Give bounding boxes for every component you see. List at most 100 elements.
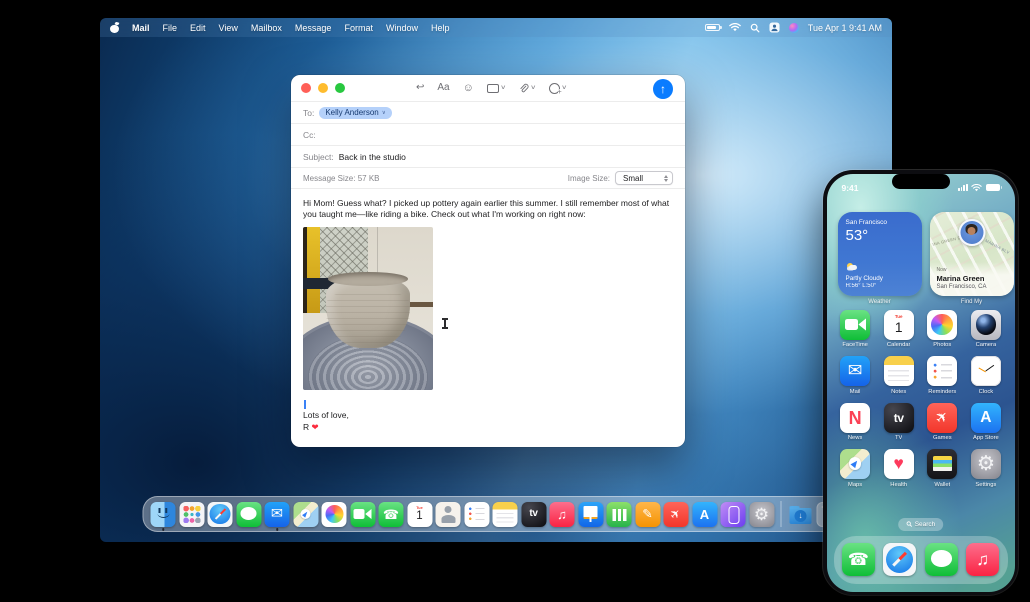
select-chevrons-icon xyxy=(664,174,668,182)
phone-icon[interactable] xyxy=(378,501,404,527)
image-size-select[interactable]: Small xyxy=(615,171,673,185)
partly-cloudy-icon xyxy=(846,262,860,271)
mail-icon[interactable]: ✉ xyxy=(264,501,290,527)
launchpad-icon[interactable] xyxy=(179,501,204,527)
avatar xyxy=(958,218,985,246)
siri-icon[interactable] xyxy=(788,22,799,33)
appstore-icon[interactable]: A xyxy=(970,402,1001,433)
signature-line: R ❤ xyxy=(303,421,319,432)
photos-icon[interactable] xyxy=(321,501,347,527)
attach-icon[interactable]: ∨ xyxy=(518,83,537,94)
iphone-status-bar: 9:41 xyxy=(827,180,1015,196)
subject-field[interactable]: Subject: Back in the studio xyxy=(291,145,685,167)
wallet-icon[interactable] xyxy=(927,449,958,479)
app-label: Wallet xyxy=(934,481,951,488)
finder-icon[interactable] xyxy=(150,501,176,527)
menu-item-message[interactable]: Message xyxy=(295,23,332,33)
user-icon[interactable] xyxy=(769,22,780,33)
calendar-icon[interactable]: Tue 1 xyxy=(407,501,432,527)
desktop-canvas: Mail File Edit View Mailbox Message Format Win… xyxy=(0,0,1030,602)
send-button[interactable]: ↑ xyxy=(653,79,673,99)
menu-item-help[interactable]: Help xyxy=(431,23,450,33)
numbers-icon[interactable] xyxy=(606,501,632,527)
iphone-mirroring-icon[interactable] xyxy=(720,501,746,527)
menu-item-format[interactable]: Format xyxy=(344,23,373,33)
app-label: Settings xyxy=(975,481,997,488)
reminders-icon[interactable] xyxy=(464,501,489,527)
app-label: Games xyxy=(932,435,952,441)
photos-icon[interactable] xyxy=(927,309,958,340)
music-icon[interactable]: ♫ xyxy=(549,501,575,527)
news-icon[interactable]: N xyxy=(840,402,871,433)
settings-icon[interactable]: ⚙ xyxy=(970,449,1001,479)
close-button[interactable] xyxy=(301,83,311,93)
menu-item-window[interactable]: Window xyxy=(386,23,418,33)
subject-value[interactable]: Back in the studio xyxy=(339,152,406,162)
clock-icon[interactable] xyxy=(970,356,1001,386)
notes-icon[interactable] xyxy=(883,356,914,386)
messages-icon[interactable] xyxy=(236,501,261,527)
mail-icon[interactable]: ✉ xyxy=(840,356,871,386)
format-text-icon[interactable]: Aa xyxy=(437,83,449,93)
tv-icon[interactable]: tv xyxy=(883,402,914,433)
camera-icon[interactable] xyxy=(970,309,1001,340)
maps-icon[interactable] xyxy=(293,501,318,527)
pages-icon[interactable]: ✎ xyxy=(635,501,660,527)
undo-icon[interactable]: ↩ xyxy=(416,83,424,93)
cc-field[interactable]: Cc: xyxy=(291,123,685,145)
message-body[interactable]: Hi Mom! Guess what? I picked up pottery … xyxy=(291,188,685,447)
menu-item-file[interactable]: File xyxy=(163,23,178,33)
menu-item-edit[interactable]: Edit xyxy=(190,23,206,33)
window-titlebar[interactable]: ↩ Aa ☺ ∨ ∨ ∨ ↑ xyxy=(291,75,685,101)
contacts-icon[interactable] xyxy=(435,501,461,527)
games-icon[interactable]: ✈ xyxy=(663,501,689,527)
maps-icon[interactable] xyxy=(840,449,871,479)
stationery-icon[interactable]: ∨ xyxy=(486,83,506,93)
calendar-icon[interactable]: Tue 1 xyxy=(883,309,914,340)
iphone-dock: ♫ xyxy=(833,535,1008,584)
app-label: News xyxy=(847,435,863,441)
messages-icon[interactable] xyxy=(924,543,958,576)
facetime-icon[interactable] xyxy=(350,501,375,527)
settings-icon[interactable]: ⚙ xyxy=(749,501,774,527)
tv-icon[interactable]: tv xyxy=(521,501,546,527)
iphone: 9:41 San Francisco 53° Partly Cloudy H:5… xyxy=(823,170,1018,595)
recipient-token[interactable]: Kelly Anderson xyxy=(319,106,392,119)
reminders-icon[interactable] xyxy=(927,356,958,386)
facetime-icon[interactable] xyxy=(840,309,871,340)
search-pill[interactable]: Search xyxy=(897,517,944,531)
menu-item-mail[interactable]: Mail xyxy=(132,23,150,33)
menu-clock[interactable]: Tue Apr 1 9:41 AM xyxy=(808,23,882,33)
zoom-button[interactable] xyxy=(335,83,345,93)
wifi-icon xyxy=(971,183,982,191)
menu-item-view[interactable]: View xyxy=(219,23,238,33)
notes-icon[interactable] xyxy=(492,501,518,527)
appstore-icon[interactable]: A xyxy=(692,501,717,527)
apple-menu-icon[interactable] xyxy=(110,22,119,33)
downloads-icon[interactable]: ↓ xyxy=(788,502,813,527)
menu-item-mailbox[interactable]: Mailbox xyxy=(251,23,282,33)
emoji-icon[interactable]: ☺ xyxy=(463,82,474,94)
app-label: App Store xyxy=(972,435,999,441)
games-icon[interactable]: ✈ xyxy=(927,402,958,433)
pottery-photo[interactable] xyxy=(303,227,433,391)
to-label: To: xyxy=(303,107,315,118)
health-icon[interactable]: ♥ xyxy=(883,449,914,479)
closing-line: Lots of love, xyxy=(303,410,349,421)
safari-icon[interactable] xyxy=(207,501,233,527)
insert-photo-icon[interactable]: ∨ xyxy=(548,82,567,96)
to-field[interactable]: To: Kelly Anderson xyxy=(291,101,685,123)
weather-widget[interactable]: San Francisco 53° Partly Cloudy H:56° L:… xyxy=(837,211,922,296)
battery-icon[interactable] xyxy=(704,23,722,32)
weather-widget-label: Weather xyxy=(868,298,891,305)
wifi-icon[interactable] xyxy=(728,23,741,32)
phone-icon[interactable] xyxy=(841,543,875,576)
findmy-widget[interactable]: INA GREEN DR MARINA BLV Now Marina Green… xyxy=(929,211,1014,296)
safari-icon[interactable] xyxy=(883,543,917,576)
message-size: Message Size: 57 KB xyxy=(303,173,380,183)
findmy-widget-label: Find My xyxy=(960,298,983,305)
keynote-icon[interactable] xyxy=(578,501,603,527)
music-icon[interactable]: ♫ xyxy=(966,543,1000,576)
minimize-button[interactable] xyxy=(318,83,328,93)
search-icon[interactable] xyxy=(750,23,760,33)
